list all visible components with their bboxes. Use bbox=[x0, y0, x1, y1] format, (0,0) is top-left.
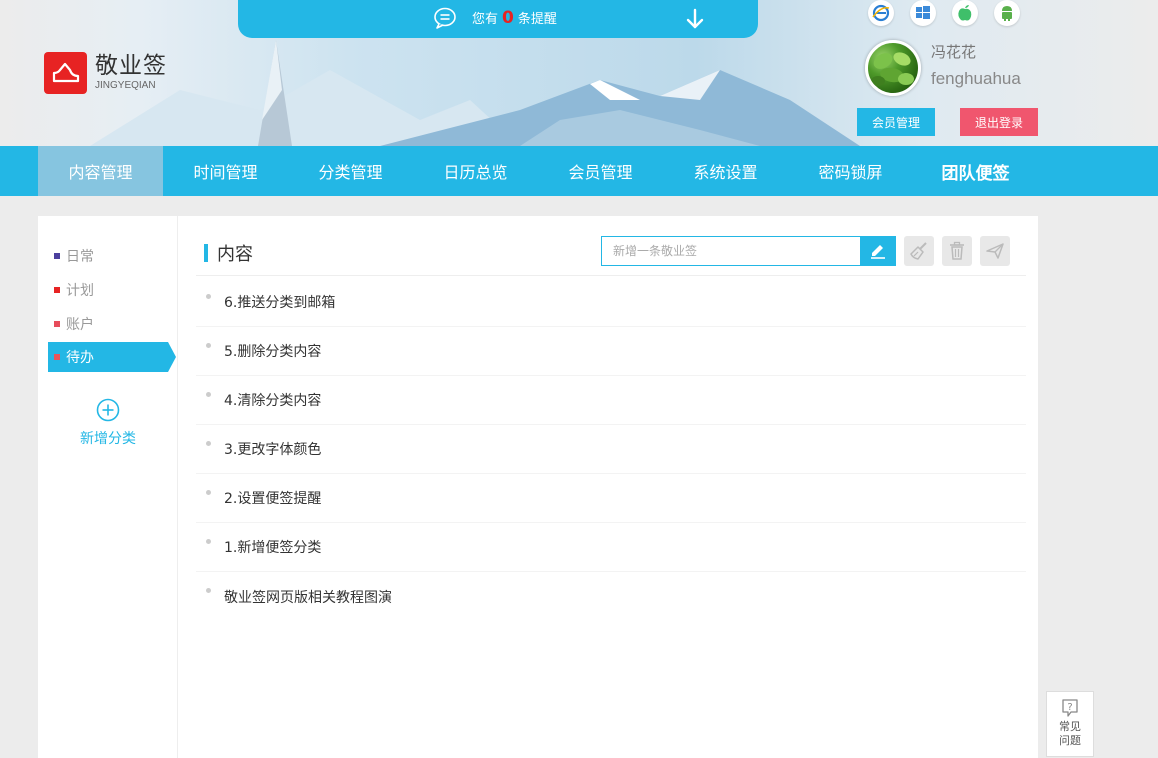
user-name-en: fenghuahua bbox=[931, 69, 1021, 88]
logout-button[interactable]: 退出登录 bbox=[960, 108, 1038, 136]
category-color-marker bbox=[54, 354, 60, 360]
nav-system-settings[interactable]: 系统设置 bbox=[663, 146, 788, 196]
ie-icon[interactable] bbox=[868, 0, 894, 26]
broom-icon bbox=[910, 242, 927, 260]
note-list: 6.推送分类到邮箱 5.删除分类内容 4.清除分类内容 3.更改字体颜色 2.设… bbox=[196, 278, 1026, 621]
send-button[interactable] bbox=[980, 236, 1010, 266]
bullet-dot bbox=[206, 392, 211, 397]
list-item[interactable]: 2.设置便签提醒 bbox=[196, 474, 1026, 523]
note-text: 4.清除分类内容 bbox=[224, 393, 322, 409]
add-category-button[interactable]: 新增分类 bbox=[78, 398, 138, 448]
nav-time-management[interactable]: 时间管理 bbox=[163, 146, 288, 196]
app-subname: JINGYEQIAN bbox=[95, 80, 156, 91]
note-text: 6.推送分类到邮箱 bbox=[224, 295, 336, 311]
note-text: 敬业签网页版相关教程图演 bbox=[224, 589, 392, 606]
note-text: 1.新增便签分类 bbox=[224, 540, 322, 556]
list-item[interactable]: 1.新增便签分类 bbox=[196, 523, 1026, 572]
new-note-input[interactable] bbox=[601, 236, 861, 266]
category-item-account[interactable]: 账户 bbox=[48, 309, 168, 339]
category-color-marker bbox=[54, 287, 60, 293]
category-item-todo[interactable]: 待办 bbox=[48, 342, 176, 372]
chat-icon bbox=[434, 7, 456, 29]
list-item[interactable]: 4.清除分类内容 bbox=[196, 376, 1026, 425]
windows-icon[interactable] bbox=[910, 0, 936, 26]
pencil-icon bbox=[871, 245, 885, 259]
faq-label-1: 常见 bbox=[1059, 720, 1081, 733]
category-label: 计划 bbox=[66, 283, 94, 299]
nav-member-management[interactable]: 会员管理 bbox=[538, 146, 663, 196]
list-item[interactable]: 敬业签网页版相关教程图演 bbox=[196, 572, 1026, 621]
user-name-cn: 冯花花 bbox=[931, 43, 977, 61]
category-color-marker bbox=[54, 253, 60, 259]
delete-button[interactable] bbox=[942, 236, 972, 266]
category-item-daily[interactable]: 日常 bbox=[48, 241, 168, 271]
main-nav: 内容管理 时间管理 分类管理 日历总览 会员管理 系统设置 密码锁屏 团队便签 bbox=[0, 146, 1158, 196]
category-label: 待办 bbox=[66, 350, 94, 366]
header-divider bbox=[196, 275, 1026, 276]
clear-button[interactable] bbox=[904, 236, 934, 266]
category-label: 日常 bbox=[66, 249, 94, 265]
avatar[interactable] bbox=[865, 40, 921, 96]
list-item[interactable]: 3.更改字体颜色 bbox=[196, 425, 1026, 474]
nav-category-management[interactable]: 分类管理 bbox=[288, 146, 413, 196]
app-logo[interactable]: 敬业签 JINGYEQIAN bbox=[44, 52, 167, 94]
bullet-dot bbox=[206, 490, 211, 495]
question-icon: ? bbox=[1062, 699, 1078, 717]
arrow-down-icon[interactable] bbox=[685, 8, 705, 30]
plus-circle-icon bbox=[96, 398, 120, 422]
faq-label-2: 问题 bbox=[1059, 734, 1081, 747]
reminder-prefix: 您有 bbox=[472, 12, 499, 27]
bullet-dot bbox=[206, 441, 211, 446]
content-header: 内容 bbox=[204, 240, 253, 266]
category-sidebar: 日常 计划 账户 待办 新增分类 bbox=[38, 216, 178, 758]
bullet-dot bbox=[206, 294, 211, 299]
list-item[interactable]: 6.推送分类到邮箱 bbox=[196, 278, 1026, 327]
bullet-dot bbox=[206, 588, 211, 593]
main-panel: 日常 计划 账户 待办 新增分类 内容 新增一条敬业签 6.推送分类到邮箱 5.… bbox=[38, 216, 1038, 758]
faq-button[interactable]: ? 常见 问题 bbox=[1046, 691, 1094, 757]
nav-team-notes[interactable]: 团队便签 bbox=[913, 146, 1038, 196]
logo-icon bbox=[44, 52, 87, 94]
bullet-dot bbox=[206, 343, 211, 348]
note-text: 5.删除分类内容 bbox=[224, 344, 322, 360]
app-name: 敬业签 bbox=[95, 53, 167, 79]
member-management-button[interactable]: 会员管理 bbox=[857, 108, 935, 136]
add-note-button[interactable] bbox=[860, 236, 896, 266]
nav-calendar-overview[interactable]: 日历总览 bbox=[413, 146, 538, 196]
reminder-bar[interactable]: 您有 0 条提醒 bbox=[238, 0, 758, 38]
apple-icon[interactable] bbox=[952, 0, 978, 26]
reminder-count: 0 bbox=[502, 8, 514, 28]
nav-password-lock[interactable]: 密码锁屏 bbox=[788, 146, 913, 196]
bullet-dot bbox=[206, 539, 211, 544]
list-item[interactable]: 5.删除分类内容 bbox=[196, 327, 1026, 376]
category-color-marker bbox=[54, 321, 60, 327]
add-category-label: 新增分类 bbox=[80, 431, 136, 447]
android-icon[interactable] bbox=[994, 0, 1020, 26]
note-text: 2.设置便签提醒 bbox=[224, 491, 322, 507]
note-text: 3.更改字体颜色 bbox=[224, 442, 322, 458]
reminder-suffix: 条提醒 bbox=[517, 12, 557, 27]
content-title: 内容 bbox=[217, 244, 253, 265]
paper-plane-icon bbox=[986, 243, 1004, 259]
category-item-plan[interactable]: 计划 bbox=[48, 275, 168, 305]
svg-text:?: ? bbox=[1067, 702, 1072, 713]
platform-icons bbox=[868, 0, 1036, 26]
header: 敬业签 JINGYEQIAN 您有 0 条提醒 冯花花 fenghuahua 会… bbox=[0, 0, 1158, 146]
trash-icon bbox=[950, 241, 964, 260]
category-label: 账户 bbox=[66, 317, 94, 333]
nav-content-management[interactable]: 内容管理 bbox=[38, 146, 163, 196]
title-accent-bar bbox=[204, 244, 208, 262]
